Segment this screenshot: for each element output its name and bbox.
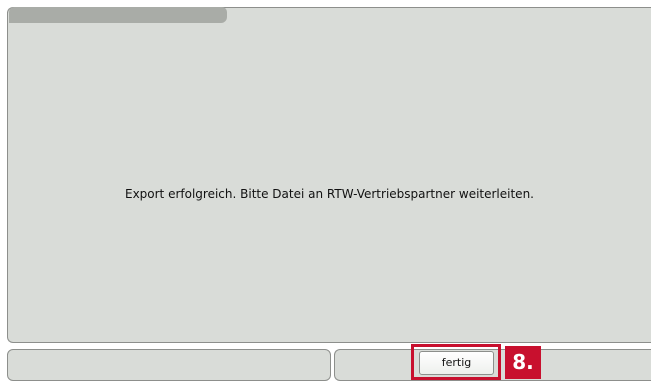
main-panel: Export erfolgreich. Bitte Datei an RTW-V… xyxy=(7,7,651,343)
step-highlight-frame xyxy=(411,344,501,380)
export-success-message: Export erfolgreich. Bitte Datei an RTW-V… xyxy=(124,187,534,201)
bottom-left-panel xyxy=(7,349,331,381)
step-number-badge: 8. xyxy=(505,346,541,379)
tab-strip xyxy=(9,7,227,23)
export-complete-screen: Export erfolgreich. Bitte Datei an RTW-V… xyxy=(0,0,651,387)
